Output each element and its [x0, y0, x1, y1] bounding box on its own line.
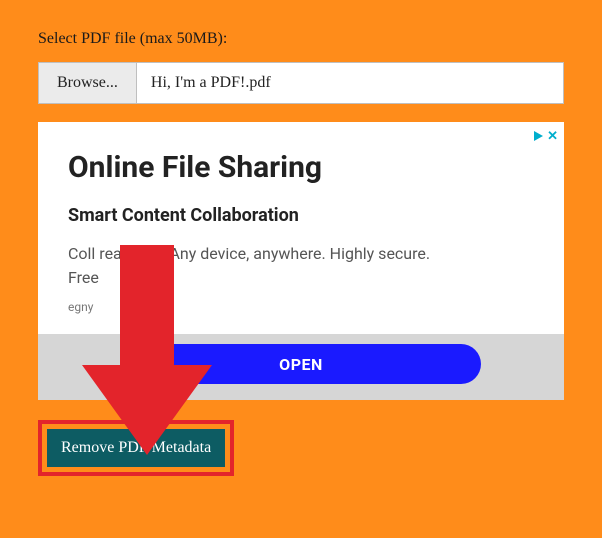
ad-open-button[interactable]: OPEN: [121, 344, 481, 384]
file-select-label: Select PDF file (max 50MB):: [38, 30, 564, 48]
ad-controls: ✕: [534, 128, 558, 144]
browse-button[interactable]: Browse...: [38, 62, 137, 104]
ad-body-line2: Free: [68, 268, 99, 287]
action-highlight-box: Remove PDF Metadata: [38, 420, 234, 476]
ad-content: ✕ Online File Sharing Smart Content Coll…: [38, 122, 564, 334]
file-input-row: Browse...: [38, 62, 564, 104]
ad-body: Coll real time. Any device, anywhere. Hi…: [68, 242, 534, 290]
filename-input[interactable]: [137, 62, 564, 104]
ad-body-line1: Coll real time. Any device, anywhere. Hi…: [68, 244, 430, 263]
ad-source: egny: [68, 300, 534, 314]
ad-title: Online File Sharing: [68, 150, 534, 185]
remove-metadata-button[interactable]: Remove PDF Metadata: [47, 429, 225, 467]
close-ad-icon[interactable]: ✕: [547, 128, 558, 144]
ad-cta-wrap: OPEN: [38, 334, 564, 384]
ad-subtitle: Smart Content Collaboration: [68, 205, 534, 226]
ad-container: ✕ Online File Sharing Smart Content Coll…: [38, 122, 564, 400]
adchoices-icon[interactable]: [534, 131, 543, 141]
